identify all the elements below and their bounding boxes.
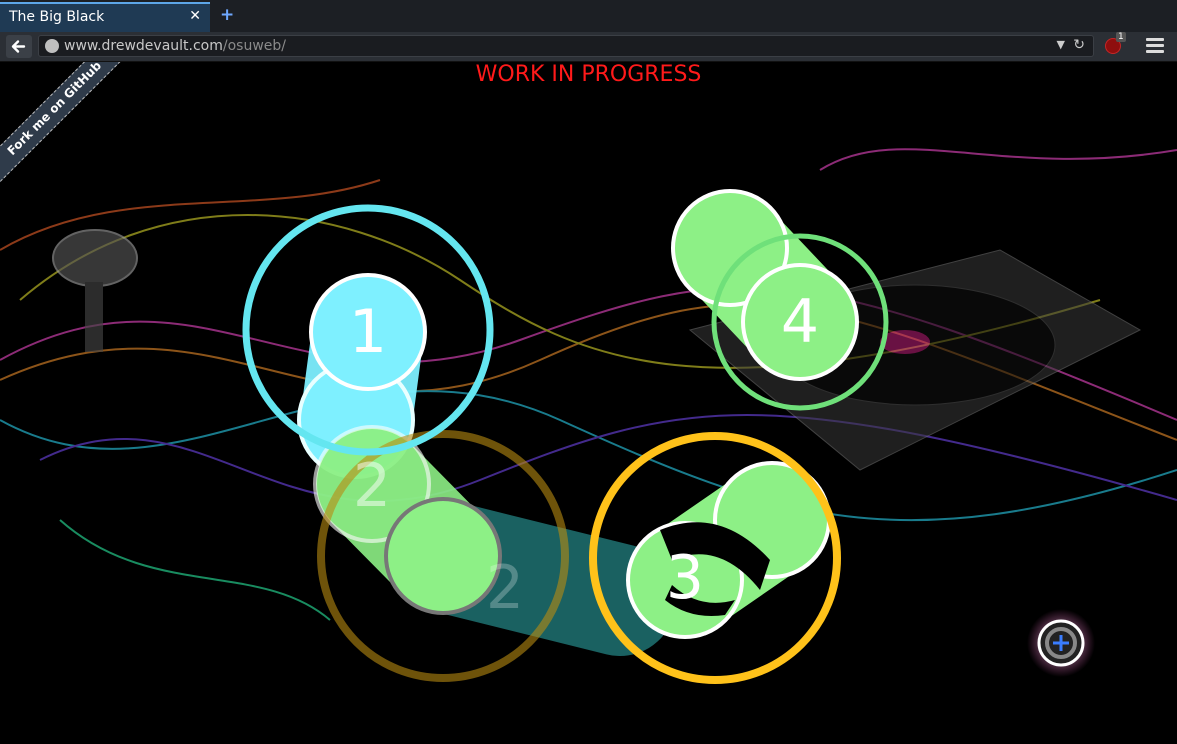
hit-circle-number-2: 2 [353,451,391,521]
microphone-graphic [52,229,138,352]
slider-4 [671,189,859,381]
navigation-bar: www.drewdevault.com/osuweb/ ▼ ↻ 1 [0,32,1177,62]
url-text: www.drewdevault.com/osuweb/ [64,38,286,54]
close-icon[interactable]: ✕ [189,8,201,24]
slider-3 [626,461,831,639]
back-button[interactable] [6,35,32,58]
tab-active[interactable]: The Big Black ✕ [0,2,210,32]
url-path: /osuweb/ [222,38,287,54]
game-cursor [1027,609,1095,677]
game-canvas[interactable]: 1 2 2 3 4 WORK IN PROGRESS Fork me on Gi… [0,62,1177,744]
hit-circle-number-2-ghost: 2 [486,553,524,623]
url-domain: www.drewdevault.com [64,38,223,54]
tab-bar: The Big Black ✕ + [0,0,1177,32]
menu-icon[interactable] [1146,38,1164,54]
url-bar[interactable]: www.drewdevault.com/osuweb/ ▼ ↻ [38,35,1094,57]
hit-circle-number-1: 1 [349,297,387,367]
reload-icon[interactable]: ↻ [1073,37,1085,53]
hit-circle-number-3: 3 [666,543,704,613]
tab-title: The Big Black [9,9,105,25]
hit-circle-number-4: 4 [781,287,819,357]
playfield: 1 2 2 3 4 [0,148,1177,684]
back-arrow-icon [11,40,26,53]
addon-badge-count: 1 [1116,32,1126,42]
globe-icon [45,39,59,53]
history-dropdown-icon[interactable]: ▼ [1057,38,1065,51]
new-tab-icon[interactable]: + [220,5,234,25]
work-in-progress-banner: WORK IN PROGRESS [475,62,702,87]
